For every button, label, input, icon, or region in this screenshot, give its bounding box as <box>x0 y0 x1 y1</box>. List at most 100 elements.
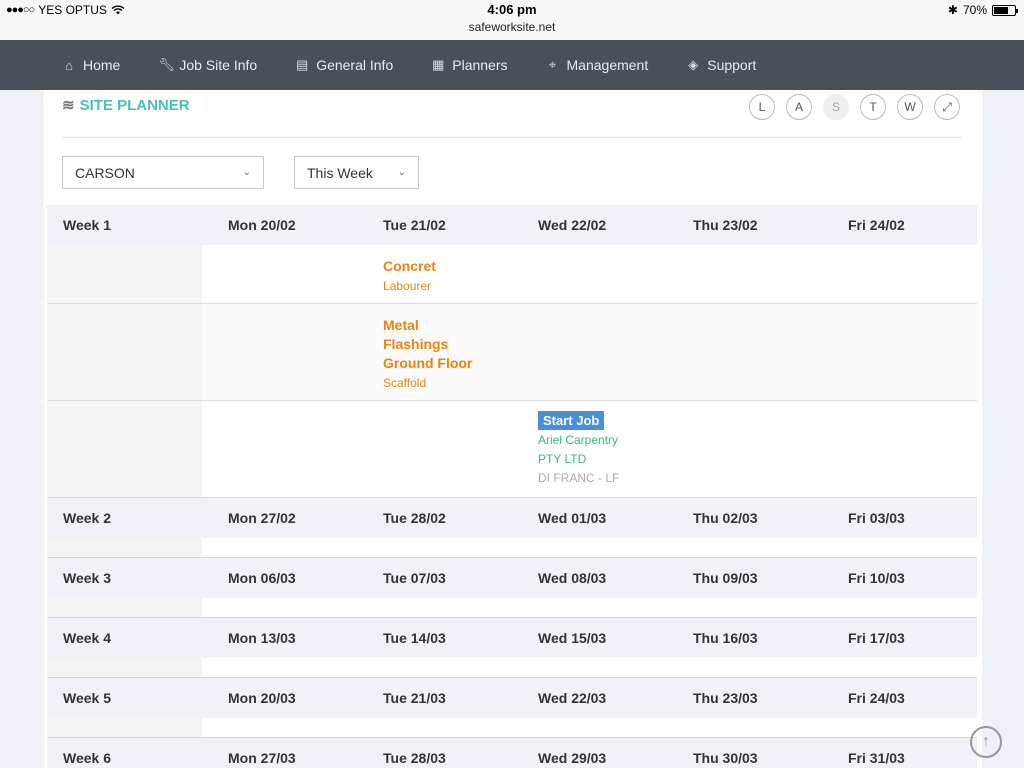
filter-bar: CARSON ⌄ This Week ⌄ <box>62 156 419 189</box>
day-header: Thu 09/03 <box>693 570 758 586</box>
view-button-w[interactable]: W <box>897 94 923 120</box>
nav-label: Job Site Info <box>179 57 258 73</box>
day-header: Tue 21/02 <box>383 217 446 233</box>
chevron-down-icon: ⌄ <box>397 167 406 178</box>
empty-week-row <box>47 658 977 678</box>
day-header: Wed 01/03 <box>538 510 607 526</box>
tag-icon: ◈ <box>688 57 699 72</box>
nav-label: Management <box>566 57 649 73</box>
nav-planners[interactable]: ▦ Planners <box>431 57 507 73</box>
status-bar: ●●●○○ YES OPTUS 4:06 pm safeworksite.net… <box>0 0 1024 40</box>
view-button-t[interactable]: T <box>860 94 886 120</box>
day-header: Fri 03/03 <box>848 510 905 526</box>
address-bar[interactable]: safeworksite.net <box>0 20 1024 34</box>
day-header: Mon 13/03 <box>228 630 296 646</box>
document-icon: ▤ <box>296 57 309 72</box>
calendar-icon: ▦ <box>432 57 445 72</box>
day-header: Mon 20/02 <box>228 217 296 233</box>
day-header: Tue 07/03 <box>383 570 446 586</box>
day-header: Thu 30/03 <box>693 750 758 766</box>
day-header: Fri 31/03 <box>848 750 905 766</box>
week-label: Week 4 <box>63 630 111 646</box>
bluetooth-icon: ✱ <box>947 3 958 17</box>
day-header: Wed 29/03 <box>538 750 607 766</box>
planner-entry-row: Start Job Ariel Carpentry PTY LTD DI FRA… <box>47 401 977 498</box>
entry-title-line: Flashings <box>383 336 449 352</box>
site-select[interactable]: CARSON ⌄ <box>62 156 264 189</box>
day-header: Mon 06/03 <box>228 570 296 586</box>
day-header: Thu 23/02 <box>693 217 758 233</box>
day-header: Thu 23/03 <box>693 690 758 706</box>
entry-title: Concret <box>383 258 436 274</box>
planner-entry-row: Concret Labourer <box>47 245 977 304</box>
week-label: Week 1 <box>63 217 111 233</box>
day-header: Wed 22/03 <box>538 690 607 706</box>
day-header: Wed 15/03 <box>538 630 607 646</box>
clock: 4:06 pm <box>487 2 537 17</box>
day-header: Tue 28/03 <box>383 750 446 766</box>
view-toggle-group: L A S T W ⤢ <box>749 94 960 120</box>
view-button-s[interactable]: S <box>823 94 849 120</box>
contact-name: DI FRANC - LF <box>538 471 620 485</box>
nav-general-info[interactable]: ▤ General Info <box>295 57 393 73</box>
company-name-line: PTY LTD <box>538 452 587 466</box>
planner-entry[interactable]: Start Job Ariel Carpentry PTY LTD DI FRA… <box>512 401 667 497</box>
planner-entry-row: Metal Flashings Ground Floor Scaffold <box>47 304 977 401</box>
page-title-text: SITE PLANNER <box>79 96 190 114</box>
week-header-row: Week 1 Mon 20/02 Tue 21/02 Wed 22/02 Thu… <box>47 205 977 245</box>
week-label: Week 2 <box>63 510 111 526</box>
nav-home[interactable]: ⌂ Home <box>62 57 120 73</box>
wrench-icon: 🔧︎ <box>158 57 175 72</box>
nav-label: Home <box>83 57 121 73</box>
day-header: Fri 10/03 <box>848 570 905 586</box>
view-button-a[interactable]: A <box>786 94 812 120</box>
day-header: Wed 22/02 <box>538 217 607 233</box>
week-label: Week 5 <box>63 690 111 706</box>
day-header: Mon 20/03 <box>228 690 296 706</box>
nav-job-site-info[interactable]: 🔧︎ Job Site Info <box>158 57 257 73</box>
planner-entry[interactable]: Concret Labourer <box>357 245 512 303</box>
empty-week-row <box>47 718 977 738</box>
entry-title-line: Ground Floor <box>383 355 473 371</box>
arrow-up-icon: ↑ <box>982 733 990 750</box>
layers-icon: ≋ <box>62 97 75 114</box>
week-label: Week 6 <box>63 750 111 766</box>
day-header: Fri 24/03 <box>848 690 905 706</box>
site-planner-panel: ≋ SITE PLANNER L A S T W ⤢ CARSON ⌄ This… <box>44 90 982 768</box>
entry-trade: Labourer <box>383 279 432 293</box>
site-select-value: CARSON <box>75 164 135 181</box>
week-header-row: Week 5 Mon 20/03 Tue 21/03 Wed 22/03 Thu… <box>47 678 977 718</box>
main-nav: ⌂ Home 🔧︎ Job Site Info ▤ General Info ▦… <box>0 40 1024 90</box>
entry-trade: Scaffold <box>383 376 427 390</box>
nav-label: Planners <box>452 57 508 73</box>
day-header: Tue 28/02 <box>383 510 446 526</box>
nav-management[interactable]: ⌖ Management <box>546 57 649 73</box>
week-label: Week 3 <box>63 570 111 586</box>
expand-icon[interactable]: ⤢ <box>934 94 960 120</box>
battery-info: ✱ 70% <box>947 3 1018 17</box>
date-range-select[interactable]: This Week ⌄ <box>294 156 419 189</box>
week-header-row: Week 3 Mon 06/03 Tue 07/03 Wed 08/03 Thu… <box>47 558 977 598</box>
day-header: Thu 16/03 <box>693 630 758 646</box>
nav-label: General Info <box>316 57 394 73</box>
nav-support[interactable]: ◈ Support <box>686 57 756 73</box>
planner-entry[interactable]: Metal Flashings Ground Floor Scaffold <box>357 304 512 400</box>
battery-icon <box>992 4 1018 16</box>
date-range-value: This Week <box>307 164 373 181</box>
scroll-to-top-button[interactable]: ↑ <box>970 726 1002 758</box>
day-header: Mon 27/03 <box>228 750 296 766</box>
start-job-badge: Start Job <box>538 411 605 430</box>
empty-week-row <box>47 538 977 558</box>
view-button-l[interactable]: L <box>749 94 775 120</box>
day-header: Wed 08/03 <box>538 570 607 586</box>
planner-grid: Week 1 Mon 20/02 Tue 21/02 Wed 22/02 Thu… <box>47 205 977 768</box>
battery-percent: 70% <box>962 3 987 17</box>
nav-label: Support <box>707 57 757 73</box>
day-header: Fri 24/02 <box>848 217 905 233</box>
empty-week-row <box>47 598 977 618</box>
entry-title-line: Metal <box>383 317 419 333</box>
week-header-row: Week 2 Mon 27/02 Tue 28/02 Wed 01/03 Thu… <box>47 498 977 538</box>
week-header-row: Week 4 Mon 13/03 Tue 14/03 Wed 15/03 Thu… <box>47 618 977 658</box>
chevron-down-icon: ⌄ <box>242 167 251 178</box>
day-header: Thu 02/03 <box>693 510 758 526</box>
